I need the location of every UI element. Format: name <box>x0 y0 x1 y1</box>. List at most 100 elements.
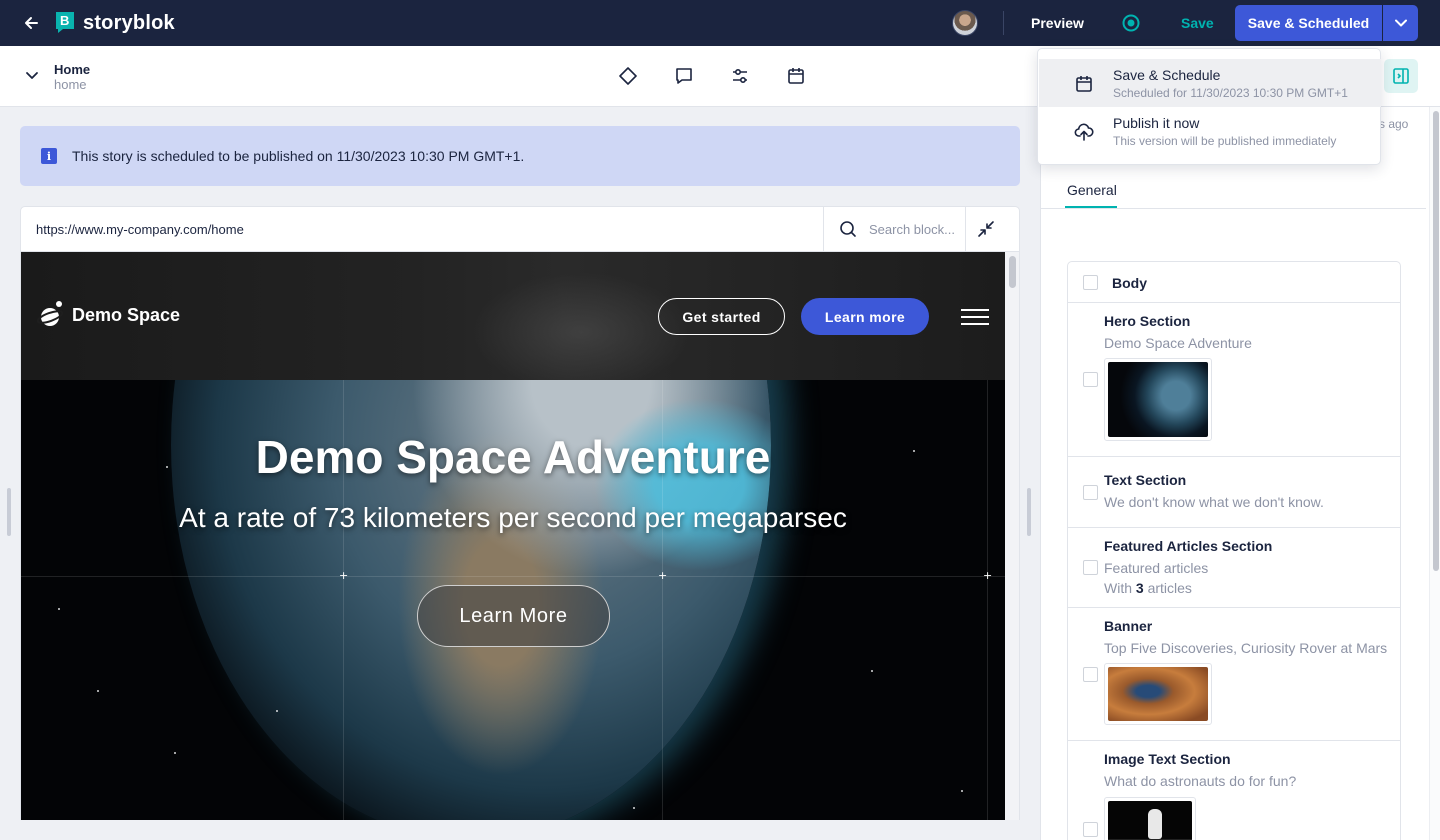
blok-item[interactable]: Image Text Section What do astronauts do… <box>1068 741 1400 840</box>
topbar-divider <box>1003 11 1004 35</box>
story-name: Home <box>54 62 91 77</box>
hero-title: Demo Space Adventure <box>255 431 771 483</box>
option-subtitle: Scheduled for 11/30/2023 10:30 PM GMT+1 <box>1113 86 1348 100</box>
preview-button[interactable]: Preview <box>1031 15 1084 31</box>
blok-thumbnail <box>1104 358 1212 441</box>
panel-scrollbar[interactable] <box>1429 107 1440 840</box>
user-avatar[interactable] <box>952 10 978 36</box>
save-and-schedule-option[interactable]: Save & Schedule Scheduled for 11/30/2023… <box>1039 59 1381 107</box>
blok-title: Hero Section <box>1104 313 1191 329</box>
article-count-suffix: articles <box>1143 580 1192 596</box>
left-resize-handle[interactable] <box>7 488 11 536</box>
star <box>97 690 99 692</box>
site-logo[interactable]: Demo Space <box>37 300 180 330</box>
blok-checkbox[interactable] <box>1083 372 1098 387</box>
blok-subtitle: We don't know what we don't know. <box>1104 494 1324 510</box>
astronaut-figure <box>1148 809 1162 839</box>
alert-text: This story is scheduled to be published … <box>72 148 525 164</box>
blok-title: Banner <box>1104 618 1153 634</box>
comments-button[interactable] <box>673 65 695 87</box>
get-started-button[interactable]: Get started <box>658 298 785 335</box>
preview-scroll-thumb[interactable] <box>1009 256 1016 288</box>
preview-scrollbar[interactable] <box>1005 252 1019 820</box>
svg-text:B: B <box>60 13 69 28</box>
blok-thumbnail <box>1104 797 1196 840</box>
upload-cloud-icon <box>1074 123 1094 141</box>
block-search-input[interactable] <box>869 221 955 237</box>
hero-learn-more-button[interactable]: Learn More <box>417 585 610 647</box>
toggle-panel-button[interactable] <box>1384 59 1418 93</box>
hero-subtitle: At a rate of 73 kilometers per second pe… <box>179 502 847 533</box>
body-field-label: Body <box>1112 275 1147 291</box>
storyblok-logo-icon: B <box>56 12 74 33</box>
save-scheduled-button[interactable]: Save & Scheduled <box>1235 5 1382 41</box>
story-slug: home <box>54 77 87 92</box>
blok-item[interactable]: Banner Top Five Discoveries, Curiosity R… <box>1068 608 1400 741</box>
preview-viewport: Demo Space Get started Learn more + + + … <box>20 252 1020 820</box>
chevron-down-icon <box>1394 19 1407 27</box>
article-count: 3 <box>1135 580 1144 596</box>
body-field: Body Hero Section Demo Space Adventure T… <box>1067 261 1401 840</box>
collapse-icon[interactable] <box>976 219 996 239</box>
star <box>961 790 963 792</box>
content-panel: s ago General Body Hero Section Demo Spa… <box>1040 107 1440 840</box>
star <box>633 807 635 809</box>
panel-resize-handle[interactable] <box>1027 488 1031 536</box>
entry-config-button[interactable] <box>617 65 639 87</box>
preview-url-bar: https://www.my-company.com/home <box>20 206 1020 252</box>
schedule-button[interactable] <box>785 65 807 87</box>
preview-url[interactable]: https://www.my-company.com/home <box>36 222 244 237</box>
blok-title: Featured Articles Section <box>1104 538 1273 554</box>
calendar-icon <box>788 68 804 84</box>
brand-name: storyblok <box>83 11 175 34</box>
publish-now-option[interactable]: Publish it now This version will be publ… <box>1039 107 1381 155</box>
blok-thumbnail <box>1104 663 1212 725</box>
blok-item[interactable]: Hero Section Demo Space Adventure <box>1068 303 1400 457</box>
live-preview-icon[interactable] <box>1122 14 1140 32</box>
blok-title: Image Text Section <box>1104 751 1231 767</box>
save-options-toggle[interactable] <box>1383 5 1418 41</box>
body-field-header: Body <box>1068 262 1400 303</box>
blok-subtitle: Top Five Discoveries, Curiosity Rover at… <box>1104 640 1388 656</box>
top-bar: B storyblok Preview Save Save & Schedule… <box>0 0 1440 46</box>
hero-section: + + + Demo Space Adventure At a rate of … <box>21 380 1005 820</box>
moon-thumbnail-image <box>1108 801 1192 840</box>
settings-button[interactable] <box>729 65 751 87</box>
blok-subtitle: Demo Space Adventure <box>1104 335 1252 351</box>
blok-checkbox[interactable] <box>1083 485 1098 500</box>
brand-logo[interactable]: B storyblok <box>54 11 175 35</box>
body-select-all-checkbox[interactable] <box>1083 275 1098 290</box>
save-button[interactable]: Save <box>1181 15 1214 31</box>
option-subtitle: This version will be published immediate… <box>1113 134 1337 148</box>
diamond-icon <box>619 67 637 85</box>
grid-marker-icon: + <box>339 569 349 582</box>
comment-icon <box>676 68 692 84</box>
blok-checkbox[interactable] <box>1083 667 1098 682</box>
tab-divider <box>1041 208 1426 209</box>
hamburger-menu-icon[interactable] <box>961 308 989 326</box>
learn-more-nav-button[interactable]: Learn more <box>801 298 929 335</box>
mars-thumbnail-image <box>1108 667 1208 721</box>
info-icon: i <box>41 148 57 164</box>
site-navbar: Demo Space Get started Learn more <box>21 252 1005 392</box>
back-button[interactable] <box>20 12 42 34</box>
star <box>871 670 873 672</box>
chevron-down-icon[interactable] <box>24 67 40 83</box>
blok-title: Text Section <box>1104 472 1187 488</box>
blok-item[interactable]: Text Section We don't know what we don't… <box>1068 457 1400 528</box>
blok-checkbox[interactable] <box>1083 822 1098 837</box>
block-search <box>823 207 966 251</box>
blok-subtitle: What do astronauts do for fun? <box>1104 773 1297 789</box>
panel-scroll-thumb[interactable] <box>1433 111 1439 571</box>
save-options-dropdown: Save & Schedule Scheduled for 11/30/2023… <box>1037 48 1381 165</box>
grid-line <box>21 576 1005 577</box>
star <box>174 752 176 754</box>
calendar-icon <box>1076 76 1092 92</box>
blok-checkbox[interactable] <box>1083 560 1098 575</box>
tab-general[interactable]: General <box>1067 182 1117 198</box>
sidebar-panel-icon <box>1393 68 1409 84</box>
star <box>58 608 60 610</box>
navbar-glow <box>471 272 691 392</box>
sliders-icon <box>733 68 747 84</box>
blok-item[interactable]: Featured Articles Section Featured artic… <box>1068 528 1400 608</box>
